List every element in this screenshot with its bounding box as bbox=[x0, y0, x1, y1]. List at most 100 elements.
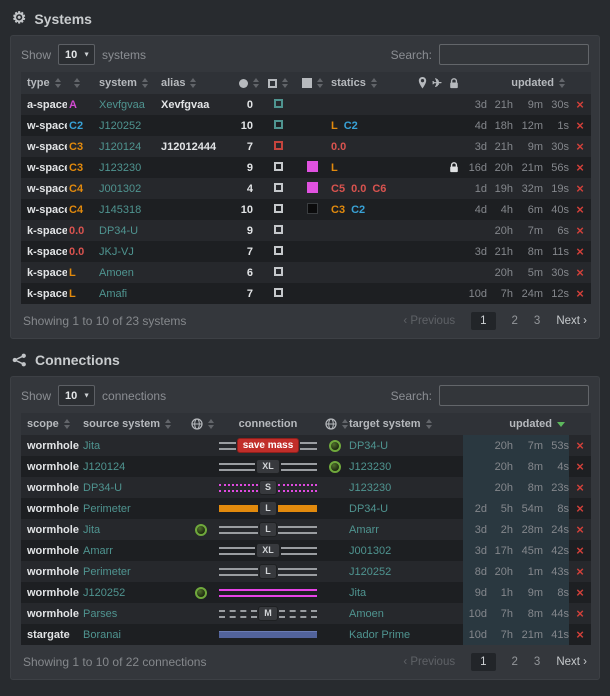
system-link[interactable]: J123230 bbox=[99, 162, 141, 174]
delete-connection-button[interactable]: × bbox=[569, 561, 591, 582]
status-fill-cell[interactable] bbox=[295, 115, 329, 136]
systems-page-length-select[interactable]: 10 bbox=[58, 44, 95, 65]
status-box-cell[interactable] bbox=[261, 115, 295, 136]
system-link[interactable]: DP34-U bbox=[99, 225, 138, 237]
status-box-cell[interactable] bbox=[261, 220, 295, 241]
delete-system-button[interactable]: × bbox=[569, 157, 591, 178]
delete-connection-button[interactable]: × bbox=[569, 519, 591, 540]
col-source-system[interactable]: source system bbox=[81, 413, 189, 435]
col-scope[interactable]: scope bbox=[21, 413, 81, 435]
systems-search-input[interactable] bbox=[439, 44, 589, 65]
delete-system-button[interactable]: × bbox=[569, 94, 591, 115]
delete-system-button[interactable]: × bbox=[569, 199, 591, 220]
col-alias[interactable]: alias bbox=[159, 72, 237, 94]
source-system-link[interactable]: J120252 bbox=[83, 587, 125, 599]
connections-pagination-previous[interactable]: ‹ Previous bbox=[403, 656, 455, 668]
status-fill-cell[interactable] bbox=[295, 199, 329, 220]
systems-pagination-previous[interactable]: ‹ Previous bbox=[403, 315, 455, 327]
connections-pagination-page-2[interactable]: 2 bbox=[512, 656, 518, 668]
connections-pagination-next[interactable]: Next › bbox=[556, 656, 587, 668]
target-system-link[interactable]: Kador Prime bbox=[349, 629, 410, 641]
delete-connection-button[interactable]: × bbox=[569, 624, 591, 645]
connections-pagination-page-3[interactable]: 3 bbox=[534, 656, 540, 668]
source-system-link[interactable]: J120124 bbox=[83, 461, 125, 473]
col-system[interactable]: system bbox=[97, 72, 159, 94]
system-link[interactable]: J145318 bbox=[99, 204, 141, 216]
system-link[interactable]: JKJ-VJ bbox=[99, 246, 134, 258]
status-box-cell[interactable] bbox=[261, 94, 295, 115]
status-box-cell[interactable] bbox=[261, 241, 295, 262]
col-statics[interactable]: statics bbox=[329, 72, 415, 94]
col-source-globe[interactable] bbox=[189, 413, 213, 435]
source-system-link[interactable]: Perimeter bbox=[83, 503, 131, 515]
target-system-link[interactable]: J001302 bbox=[349, 545, 391, 557]
col-conn-updated[interactable]: updated bbox=[463, 413, 569, 435]
delete-connection-button[interactable]: × bbox=[569, 540, 591, 561]
delete-system-button[interactable]: × bbox=[569, 262, 591, 283]
col-status-box[interactable] bbox=[261, 72, 295, 94]
status-box-cell[interactable] bbox=[261, 262, 295, 283]
delete-system-button[interactable]: × bbox=[569, 220, 591, 241]
systems-pagination-page-1[interactable]: 1 bbox=[471, 312, 495, 330]
status-box-cell[interactable] bbox=[261, 199, 295, 220]
target-system-link[interactable]: J123230 bbox=[349, 482, 391, 494]
target-system-link[interactable]: J123230 bbox=[349, 461, 391, 473]
col-type[interactable]: type bbox=[21, 72, 67, 94]
col-locked[interactable] bbox=[445, 72, 463, 94]
delete-connection-button[interactable]: × bbox=[569, 582, 591, 603]
delete-connection-button[interactable]: × bbox=[569, 435, 591, 456]
delete-system-button[interactable]: × bbox=[569, 136, 591, 157]
status-box-cell[interactable] bbox=[261, 157, 295, 178]
status-box-cell[interactable] bbox=[261, 136, 295, 157]
status-box-cell[interactable] bbox=[261, 178, 295, 199]
delete-connection-button[interactable]: × bbox=[569, 498, 591, 519]
status-box-cell[interactable] bbox=[261, 283, 295, 304]
source-system-link[interactable]: DP34-U bbox=[83, 482, 122, 494]
delete-system-button[interactable]: × bbox=[569, 115, 591, 136]
col-status-fill[interactable] bbox=[295, 72, 329, 94]
col-class[interactable] bbox=[67, 72, 97, 94]
col-pilot-count[interactable] bbox=[237, 72, 261, 94]
status-fill-cell[interactable] bbox=[295, 262, 329, 283]
source-system-link[interactable]: Jita bbox=[83, 524, 100, 536]
status-fill-cell[interactable] bbox=[295, 157, 329, 178]
col-target-globe[interactable] bbox=[323, 413, 347, 435]
delete-connection-button[interactable]: × bbox=[569, 603, 591, 624]
col-target-system[interactable]: target system bbox=[347, 413, 463, 435]
col-location[interactable] bbox=[415, 72, 429, 94]
source-system-link[interactable]: Amarr bbox=[83, 545, 113, 557]
source-system-link[interactable]: Perimeter bbox=[83, 566, 131, 578]
delete-connection-button[interactable]: × bbox=[569, 456, 591, 477]
systems-pagination-next[interactable]: Next › bbox=[556, 315, 587, 327]
target-system-link[interactable]: Jita bbox=[349, 587, 366, 599]
delete-system-button[interactable]: × bbox=[569, 283, 591, 304]
systems-pagination-page-2[interactable]: 2 bbox=[512, 315, 518, 327]
status-fill-cell[interactable] bbox=[295, 94, 329, 115]
target-system-link[interactable]: J120252 bbox=[349, 566, 391, 578]
connections-page-length-select[interactable]: 10 bbox=[58, 385, 95, 406]
status-fill-cell[interactable] bbox=[295, 136, 329, 157]
target-system-link[interactable]: Amoen bbox=[349, 608, 384, 620]
status-fill-cell[interactable] bbox=[295, 178, 329, 199]
status-fill-cell[interactable] bbox=[295, 241, 329, 262]
source-system-link[interactable]: Jita bbox=[83, 440, 100, 452]
systems-pagination-page-3[interactable]: 3 bbox=[534, 315, 540, 327]
system-link[interactable]: Xevfgvaa bbox=[99, 99, 145, 111]
col-rally[interactable]: ✈ bbox=[429, 72, 445, 94]
delete-connection-button[interactable]: × bbox=[569, 477, 591, 498]
status-fill-cell[interactable] bbox=[295, 220, 329, 241]
system-link[interactable]: Amafi bbox=[99, 288, 127, 300]
delete-system-button[interactable]: × bbox=[569, 241, 591, 262]
connections-search-input[interactable] bbox=[439, 385, 589, 406]
system-link[interactable]: J001302 bbox=[99, 183, 141, 195]
system-link[interactable]: J120124 bbox=[99, 141, 141, 153]
target-system-link[interactable]: Amarr bbox=[349, 524, 379, 536]
system-link[interactable]: J120252 bbox=[99, 120, 141, 132]
delete-system-button[interactable]: × bbox=[569, 178, 591, 199]
connections-pagination-page-1[interactable]: 1 bbox=[471, 653, 495, 671]
source-system-link[interactable]: Boranai bbox=[83, 629, 121, 641]
status-fill-cell[interactable] bbox=[295, 283, 329, 304]
source-system-link[interactable]: Parses bbox=[83, 608, 117, 620]
target-system-link[interactable]: DP34-U bbox=[349, 440, 388, 452]
system-link[interactable]: Amoen bbox=[99, 267, 134, 279]
